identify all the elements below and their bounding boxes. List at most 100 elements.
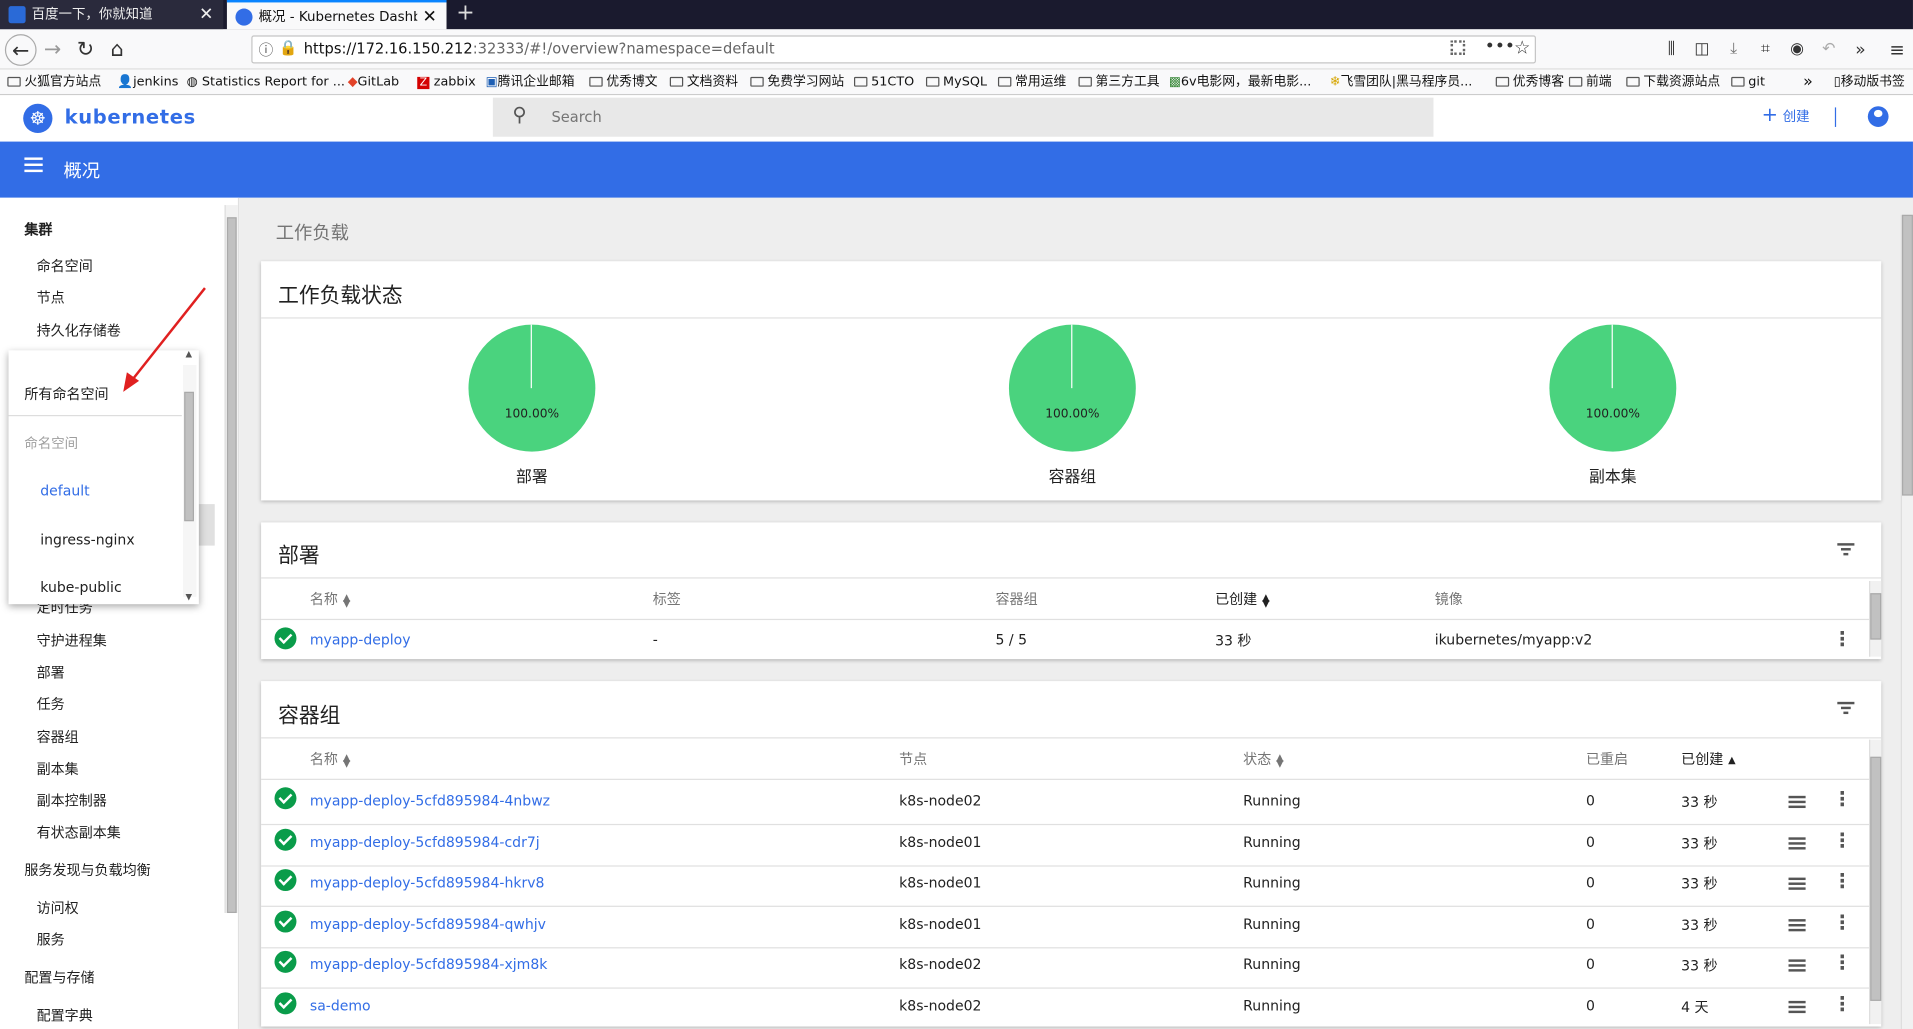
sidebar-toggle-icon[interactable]: ◫ bbox=[1686, 34, 1718, 66]
account-icon[interactable] bbox=[1867, 106, 1889, 127]
home-icon[interactable]: ⌂ bbox=[101, 34, 133, 66]
bookmark-item[interactable]: 第三方工具 bbox=[1078, 72, 1160, 93]
download-icon[interactable]: ⤓ bbox=[1718, 34, 1750, 66]
info-icon[interactable]: ⓘ bbox=[259, 39, 274, 60]
sidebar-scrollbar-thumb[interactable] bbox=[226, 217, 237, 914]
bookmark-item[interactable]: 优秀博客 bbox=[1495, 72, 1564, 93]
sidebar-item-replication-controllers[interactable]: 副本控制器 bbox=[37, 791, 107, 811]
filter-icon[interactable] bbox=[1837, 701, 1855, 715]
column-header-created[interactable]: 已创建 ▲ bbox=[1681, 749, 1735, 769]
bookmark-item[interactable]: 下载资源站点 bbox=[1626, 72, 1720, 93]
bookmark-item[interactable]: ▣腾讯企业邮箱 bbox=[486, 72, 575, 93]
pie-chart-replicasets[interactable]: 100.00% bbox=[1549, 324, 1677, 452]
more-actions-icon[interactable]: ⋮ bbox=[1832, 871, 1852, 892]
forward-icon[interactable]: → bbox=[37, 34, 69, 66]
sidebar-item-nodes[interactable]: 节点 bbox=[37, 288, 65, 308]
sidebar-item-namespaces[interactable]: 命名空间 bbox=[37, 256, 93, 276]
deployment-name-link[interactable]: myapp-deploy bbox=[310, 631, 411, 648]
main-scrollbar[interactable] bbox=[1900, 214, 1913, 1029]
sidebar-group-config-storage[interactable]: 配置与存储 bbox=[24, 968, 94, 988]
overflow-chevron-icon[interactable]: » bbox=[1845, 34, 1877, 66]
dropdown-option-all-namespaces[interactable]: 所有命名空间 bbox=[24, 384, 108, 404]
pie-label-pods[interactable]: 容器组 bbox=[975, 464, 1170, 487]
bookmark-item[interactable]: ▩6v电影网，最新电影... bbox=[1169, 72, 1312, 93]
pods-scrollbar-thumb[interactable] bbox=[1870, 756, 1882, 1001]
logs-icon[interactable] bbox=[1788, 877, 1806, 891]
hamburger-menu-icon[interactable] bbox=[24, 157, 43, 173]
filter-icon[interactable] bbox=[1837, 543, 1855, 556]
more-actions-icon[interactable]: ⋮ bbox=[1832, 912, 1852, 933]
more-actions-icon[interactable]: ⋮ bbox=[1832, 994, 1852, 1015]
sidebar-item-services[interactable]: 服务 bbox=[37, 930, 65, 950]
sidebar-item-replicasets[interactable]: 副本集 bbox=[37, 759, 79, 779]
create-button[interactable]: + 创建 bbox=[1762, 103, 1810, 126]
sidebar-item-configmaps[interactable]: 配置字典 bbox=[37, 1006, 93, 1026]
pod-name-link[interactable]: myapp-deploy-5cfd895984-hkrv8 bbox=[310, 874, 545, 891]
brand-name[interactable]: kubernetes bbox=[65, 105, 196, 128]
sidebar-group-discovery[interactable]: 服务发现与负载均衡 bbox=[24, 861, 150, 881]
more-actions-icon[interactable]: ⋮ bbox=[1832, 629, 1852, 650]
column-header-status[interactable]: 状态 ▲ ▼ bbox=[1243, 749, 1283, 769]
more-actions-icon[interactable]: ⋮ bbox=[1832, 789, 1852, 810]
pod-name-link[interactable]: myapp-deploy-5cfd895984-xjm8k bbox=[310, 956, 548, 973]
browser-tab-baidu[interactable]: 百度一下，你就知道 ✕ bbox=[0, 0, 224, 30]
deployments-scrollbar-thumb[interactable] bbox=[1870, 593, 1882, 640]
menu-icon[interactable]: ≡ bbox=[1881, 34, 1913, 66]
browser-tab-kubernetes[interactable]: 概况 - Kubernetes Dashboard ✕ bbox=[226, 0, 447, 30]
kubernetes-logo-icon[interactable]: ☸ bbox=[23, 103, 53, 134]
dropdown-option-ingress-nginx[interactable]: ingress-nginx bbox=[40, 531, 134, 548]
search-box[interactable]: ⚲ bbox=[492, 97, 1434, 137]
dropdown-scrollbar-thumb[interactable] bbox=[184, 391, 194, 522]
page-actions-icon[interactable]: ••• bbox=[1485, 37, 1515, 57]
bookmark-item[interactable]: 文档资料 bbox=[669, 72, 738, 93]
more-actions-icon[interactable]: ⋮ bbox=[1832, 830, 1852, 851]
sidebar-item-persistent-volumes[interactable]: 持久化存储卷 bbox=[37, 321, 121, 341]
close-tab-icon[interactable]: ✕ bbox=[422, 2, 436, 29]
bookmark-item[interactable]: ❄飞雪团队|黑马程序员... bbox=[1330, 72, 1473, 93]
bookmark-item[interactable]: 👤jenkins bbox=[117, 72, 178, 93]
logs-icon[interactable] bbox=[1788, 918, 1806, 932]
column-header-name[interactable]: 名称 ▲ ▼ bbox=[310, 749, 350, 769]
logs-icon[interactable] bbox=[1788, 959, 1806, 973]
bookmark-item[interactable]: Z zabbix bbox=[417, 72, 476, 94]
deployments-scrollbar[interactable] bbox=[1869, 581, 1882, 657]
sidebar-group-cluster[interactable]: 集群 bbox=[24, 220, 52, 240]
pie-label-replicasets[interactable]: 副本集 bbox=[1515, 464, 1710, 487]
pie-label-deployments[interactable]: 部署 bbox=[434, 464, 629, 487]
pie-chart-deployments[interactable]: 100.00% bbox=[468, 324, 596, 452]
sidebar-item-deployments[interactable]: 部署 bbox=[37, 663, 65, 683]
close-tab-icon[interactable]: ✕ bbox=[199, 0, 213, 29]
bookmark-item[interactable]: ◍ Statistics Report for ... bbox=[187, 72, 345, 93]
back-icon[interactable]: ← bbox=[4, 34, 37, 66]
bookmark-item[interactable]: 免费学习网站 bbox=[750, 72, 844, 93]
url-bar[interactable]: ⓘ 🔒 https://172.16.150.212:32333/#!/over… bbox=[251, 35, 1536, 64]
undo-icon[interactable]: ↶ bbox=[1813, 34, 1845, 66]
sidebar-item-jobs[interactable]: 任务 bbox=[37, 695, 65, 715]
library-icon[interactable]: ⫼ bbox=[1656, 34, 1688, 66]
logs-icon[interactable] bbox=[1788, 836, 1806, 850]
logs-icon[interactable] bbox=[1788, 1000, 1806, 1014]
bookmark-item[interactable]: 前端 bbox=[1568, 72, 1612, 93]
pod-name-link[interactable]: myapp-deploy-5cfd895984-cdr7j bbox=[310, 833, 540, 850]
bookmark-item[interactable]: ◆GitLab bbox=[348, 72, 399, 93]
sidebar-item-ingresses[interactable]: 访问权 bbox=[37, 898, 79, 918]
main-scrollbar-thumb[interactable] bbox=[1901, 214, 1913, 496]
pods-scrollbar[interactable] bbox=[1869, 739, 1882, 1025]
reload-icon[interactable]: ↻ bbox=[70, 34, 102, 66]
logs-icon[interactable] bbox=[1788, 795, 1806, 809]
column-header-name[interactable]: 名称 ▲ ▼ bbox=[310, 590, 350, 610]
search-input[interactable] bbox=[551, 104, 1406, 130]
sidebar-item-statefulsets[interactable]: 有状态副本集 bbox=[37, 823, 121, 843]
pod-name-link[interactable]: sa-demo bbox=[310, 997, 371, 1014]
qr-code-icon[interactable] bbox=[1450, 40, 1466, 55]
bookmarks-overflow-icon[interactable]: » bbox=[1803, 72, 1813, 93]
pod-name-link[interactable]: myapp-deploy-5cfd895984-4nbwz bbox=[310, 792, 550, 809]
dropdown-scroll-down-icon[interactable]: ▼ bbox=[185, 592, 192, 602]
pod-name-link[interactable]: myapp-deploy-5cfd895984-qwhjv bbox=[310, 915, 546, 932]
bookmark-item[interactable]: MySQL bbox=[925, 72, 987, 93]
more-actions-icon[interactable]: ⋮ bbox=[1832, 953, 1852, 974]
dropdown-option-default[interactable]: default bbox=[40, 482, 89, 499]
sidebar-scrollbar[interactable] bbox=[224, 205, 238, 914]
sidebar-item-pods[interactable]: 容器组 bbox=[37, 727, 79, 747]
column-header-created[interactable]: 已创建 ▲ ▼ bbox=[1215, 590, 1269, 610]
